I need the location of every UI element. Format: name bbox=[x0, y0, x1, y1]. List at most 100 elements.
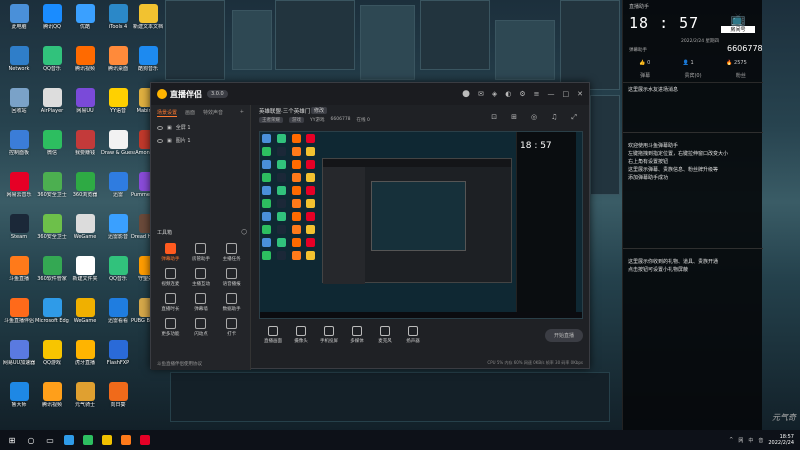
tab-effects[interactable]: 特效声音 bbox=[203, 109, 223, 117]
desktop-icon[interactable]: 腾讯视频 bbox=[35, 382, 69, 408]
tool-item[interactable]: 主播任务 bbox=[216, 243, 247, 262]
stream-preview[interactable]: 18 : 57 bbox=[259, 131, 583, 319]
tool-item[interactable]: 主播互动 bbox=[186, 268, 217, 287]
eye-icon[interactable] bbox=[157, 125, 163, 130]
desktop-icon[interactable]: 网易UU bbox=[68, 88, 102, 114]
tab-scene[interactable]: 场景设置 bbox=[157, 109, 178, 117]
desktop-icon[interactable]: 腾讯桌面 bbox=[101, 46, 135, 72]
tool-item[interactable]: 直播时长 bbox=[155, 293, 186, 312]
desktop-icon[interactable]: 网易UU加速器 bbox=[2, 340, 36, 366]
scene-item[interactable]: ▣ 图片 1 bbox=[151, 134, 250, 147]
desktop-icon[interactable]: Steam bbox=[2, 214, 36, 240]
desktop-icon[interactable]: 360安全卫士 bbox=[35, 214, 69, 240]
wechat-icon[interactable] bbox=[80, 433, 96, 447]
desktop-icon[interactable]: 360安全卫士 bbox=[35, 172, 69, 198]
tab-fans[interactable]: 粉丝 bbox=[736, 72, 746, 79]
desktop-icon[interactable]: WeGame bbox=[68, 298, 102, 324]
eye-icon[interactable] bbox=[157, 138, 163, 143]
edge-icon[interactable] bbox=[61, 433, 77, 447]
desktop-icon[interactable]: QQ音乐 bbox=[35, 46, 69, 72]
desktop-icon[interactable]: 新建文件夹 bbox=[68, 256, 102, 282]
streaming-app-icon[interactable] bbox=[118, 433, 134, 447]
app-icon[interactable] bbox=[99, 433, 115, 447]
fullscreen-icon[interactable]: ⤢ bbox=[571, 113, 577, 122]
desktop-icon[interactable]: YY语音 bbox=[101, 88, 135, 114]
tool-item[interactable]: 语音播报 bbox=[216, 268, 247, 287]
bottom-tool[interactable]: 摄像头 bbox=[287, 326, 315, 344]
desktop-icon[interactable]: 回收站 bbox=[2, 88, 36, 114]
tool-item[interactable]: 数据助手 bbox=[216, 293, 247, 312]
desktop-icon[interactable]: WeGame bbox=[68, 214, 102, 240]
bottom-tool[interactable]: 手机投屏 bbox=[315, 326, 343, 344]
message-icon[interactable]: ✉ bbox=[478, 90, 484, 98]
desktop-icon[interactable]: FlashFXP bbox=[101, 340, 135, 366]
desktop-icon[interactable]: 微信 bbox=[35, 130, 69, 156]
start-live-button[interactable]: 开始直播 bbox=[544, 328, 583, 342]
bottom-tool[interactable]: 麦克风 bbox=[371, 326, 399, 344]
share-icon[interactable]: ⊡ bbox=[491, 113, 497, 122]
bell-icon[interactable]: ♫ bbox=[551, 113, 557, 122]
desktop-icon[interactable]: 酷狗音乐 bbox=[131, 46, 165, 72]
tab-danmaku[interactable]: 弹幕 bbox=[640, 72, 650, 79]
record-icon[interactable]: ◎ bbox=[531, 113, 537, 122]
bottom-tool[interactable]: 多媒体 bbox=[343, 326, 371, 344]
toolbox-more-icon[interactable]: ◯ bbox=[241, 229, 247, 236]
desktop-icon[interactable]: 斗鱼直播 bbox=[2, 256, 36, 282]
tool-item[interactable]: 闪动点 bbox=[186, 318, 217, 337]
desktop-icon[interactable]: QQ游戏 bbox=[35, 340, 69, 366]
minimize-icon[interactable]: — bbox=[548, 90, 555, 98]
desktop-icon[interactable]: 虎牙直播 bbox=[68, 340, 102, 366]
add-scene-icon[interactable]: + bbox=[240, 109, 244, 117]
menu-icon[interactable]: ≡ bbox=[534, 90, 540, 98]
desktop-icon[interactable]: Network bbox=[2, 46, 36, 72]
tool-item[interactable]: 弹幕墙 bbox=[186, 293, 217, 312]
tray-expand-icon[interactable]: ^ bbox=[729, 437, 733, 443]
settings-icon[interactable]: ⚙ bbox=[519, 90, 525, 98]
desktop-icon[interactable]: 腾讯QQ bbox=[35, 4, 69, 30]
desktop-icon[interactable]: 控制面板 bbox=[2, 130, 36, 156]
desktop-icon[interactable]: 向日葵 bbox=[101, 382, 135, 408]
live-streaming-app-window[interactable]: 直播伴侣 3.0.0 ● ✉ ◈ ◐ ⚙ ≡ — □ ✕ 场景设置 画面 特效声… bbox=[150, 82, 590, 370]
desktop-icon[interactable]: 优酷 bbox=[68, 4, 102, 30]
task-view-icon[interactable]: ▭ bbox=[42, 433, 58, 447]
danmaku-panel[interactable]: 直播助手 18 : 57 2022/2/24 星期四 📺 房间号 6606778… bbox=[622, 0, 763, 450]
app-titlebar[interactable]: 直播伴侣 3.0.0 ● ✉ ◈ ◐ ⚙ ≡ — □ ✕ bbox=[151, 83, 589, 105]
tool-item[interactable]: 更多功能 bbox=[155, 318, 186, 337]
desktop-icon[interactable]: 腾讯视频 bbox=[68, 46, 102, 72]
tool-item[interactable]: 房管助手 bbox=[186, 243, 217, 262]
desktop-icon[interactable]: 迅雷影音 bbox=[101, 214, 135, 240]
desktop-icon[interactable]: 迅雷 bbox=[101, 172, 135, 198]
edit-button[interactable]: 修改 bbox=[311, 107, 328, 114]
tool-item[interactable]: 弹幕助手 bbox=[155, 243, 186, 262]
layout-icon[interactable]: ⊞ bbox=[511, 113, 517, 122]
desktop-icon[interactable]: 360软件管家 bbox=[35, 256, 69, 282]
desktop-icon[interactable]: 360浏览器 bbox=[68, 172, 102, 198]
desktop-icon[interactable]: 新建文本文档 bbox=[131, 4, 165, 30]
scene-item[interactable]: ▣ 全屏 1 bbox=[151, 121, 250, 134]
desktop-icon[interactable]: iTools 4 bbox=[101, 4, 135, 30]
netease-music-icon[interactable] bbox=[137, 433, 153, 447]
avatar-icon[interactable]: ● bbox=[462, 89, 470, 99]
windows-icon[interactable]: ⊞ bbox=[4, 433, 20, 447]
volume-icon[interactable]: 音 bbox=[758, 437, 763, 444]
search-icon[interactable]: ○ bbox=[23, 433, 39, 447]
desktop-icon[interactable]: QQ音乐 bbox=[101, 256, 135, 282]
desktop-icon[interactable]: 此电脑 bbox=[2, 4, 36, 30]
desktop-icon[interactable]: 斗鱼直播伴侣 bbox=[2, 298, 36, 324]
desktop-icon[interactable]: Draw & Guess bbox=[101, 130, 135, 156]
desktop-icon[interactable]: Microsoft Edge bbox=[35, 298, 69, 324]
bottom-tool[interactable]: 直播画面 bbox=[259, 326, 287, 344]
desktop-icon[interactable]: 鲁大师 bbox=[2, 382, 36, 408]
close-icon[interactable]: ✕ bbox=[577, 90, 583, 98]
desktop-icon[interactable]: 迅雷看看 bbox=[101, 298, 135, 324]
desktop-icon[interactable]: 元气骑士 bbox=[68, 382, 102, 408]
desktop-icon[interactable]: 网易云音乐 bbox=[2, 172, 36, 198]
tool-item[interactable]: 打卡 bbox=[216, 318, 247, 337]
desktop-icon[interactable]: 我要赚钱 bbox=[68, 130, 102, 156]
gift-icon[interactable]: ◈ bbox=[492, 90, 497, 98]
tool-item[interactable]: 视频连麦 bbox=[155, 268, 186, 287]
agreement-link[interactable]: 斗鱼直播伴侣使用协议 bbox=[157, 361, 202, 367]
network-icon[interactable]: 网 bbox=[738, 437, 743, 444]
desktop-icon[interactable]: AirPlayer bbox=[35, 88, 69, 114]
skin-icon[interactable]: ◐ bbox=[505, 90, 511, 98]
